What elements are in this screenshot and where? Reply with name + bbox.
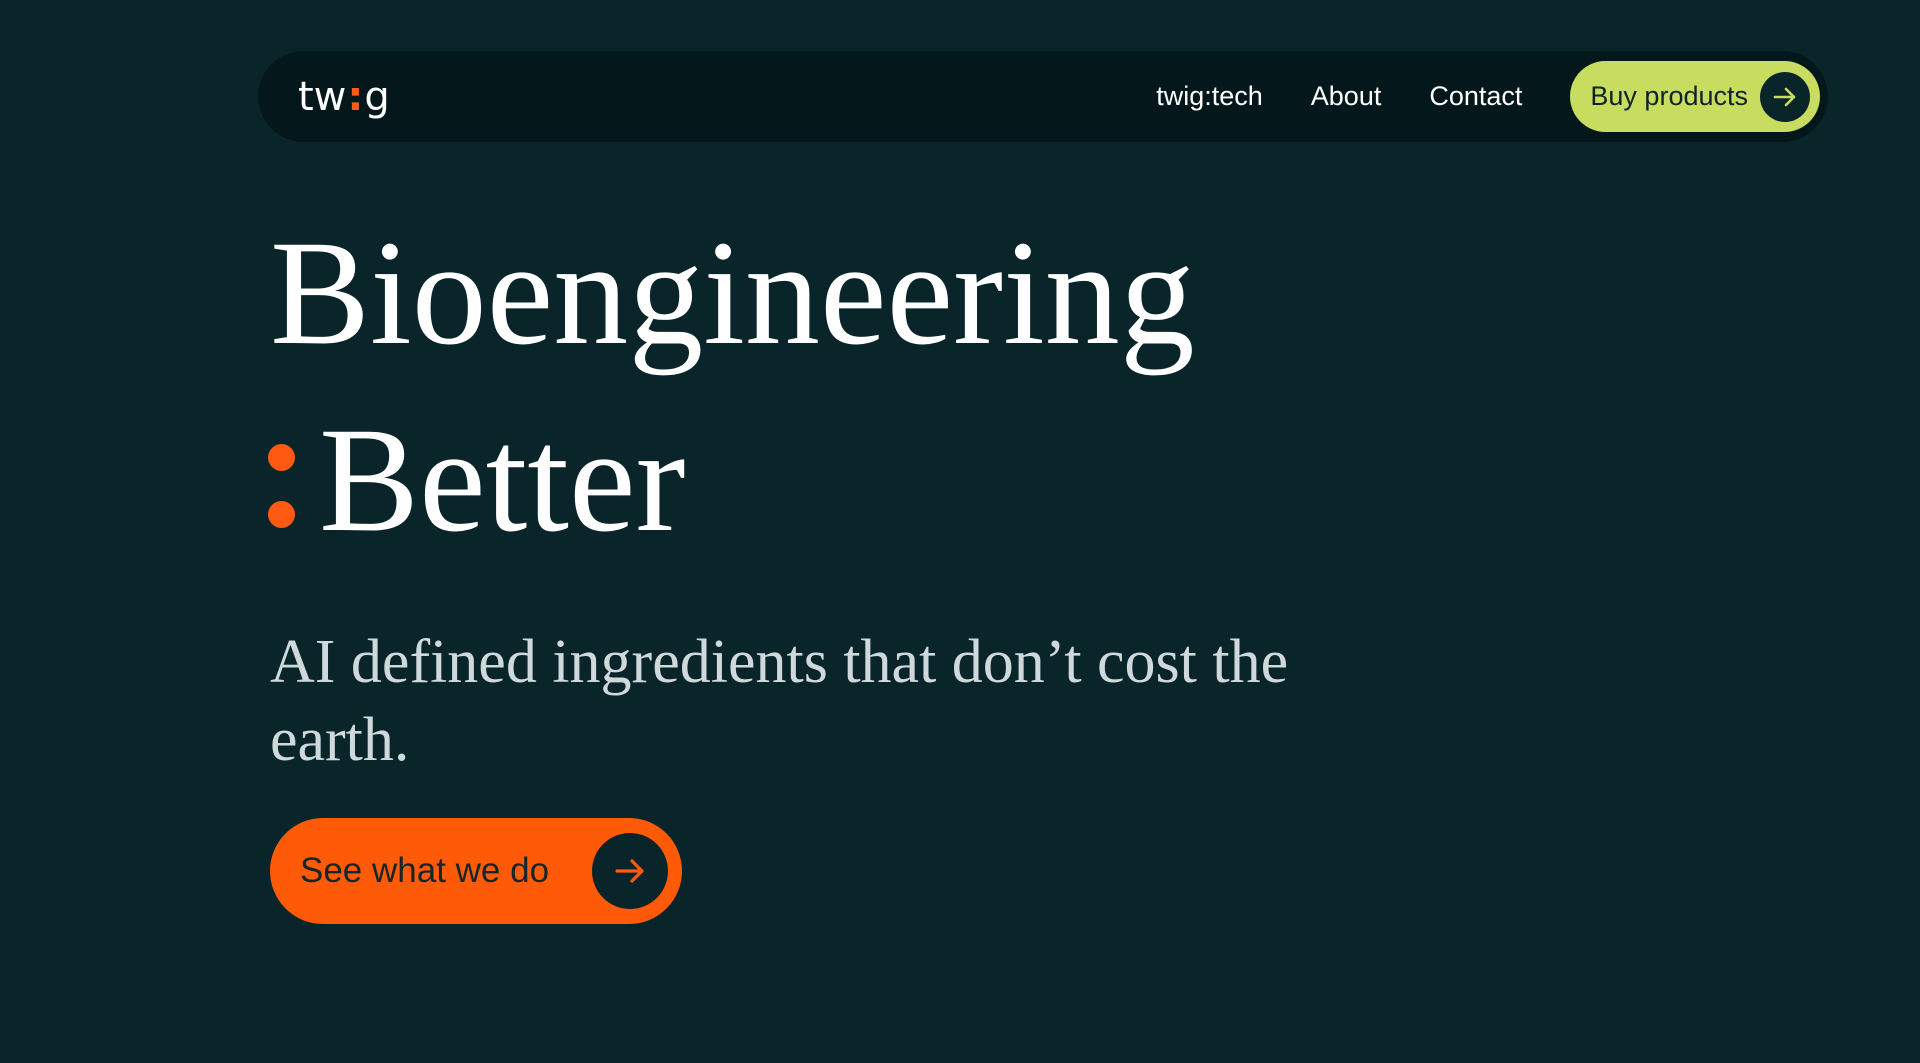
nav-link-about[interactable]: About bbox=[1311, 81, 1382, 112]
see-what-we-do-button[interactable]: See what we do bbox=[270, 818, 682, 924]
hero-title-line1: Bioengineering bbox=[270, 210, 1195, 376]
hero-title-line2: Better bbox=[268, 405, 686, 555]
hero-title-better: Better bbox=[319, 397, 686, 563]
colon-dot-bottom bbox=[268, 501, 295, 528]
arrow-right-icon-svg bbox=[615, 859, 644, 883]
landing-page: tw: g twig:tech About Contact Buy product… bbox=[0, 0, 1920, 1063]
nav-link-twig-tech[interactable]: twig:tech bbox=[1156, 81, 1263, 112]
arrow-right-icon bbox=[1760, 71, 1810, 122]
nav-link-contact[interactable]: Contact bbox=[1429, 81, 1522, 112]
hero-colon-mark bbox=[268, 444, 295, 528]
buy-products-button[interactable]: Buy products bbox=[1570, 61, 1820, 132]
twig-logo[interactable]: tw: g bbox=[298, 77, 390, 117]
see-what-we-do-label: See what we do bbox=[300, 851, 550, 890]
logo-separator: : bbox=[347, 73, 364, 120]
top-navbar: tw: g twig:tech About Contact Buy product… bbox=[258, 51, 1828, 142]
arrow-right-icon bbox=[592, 833, 668, 909]
hero-subtitle: AI defined ingredients that don’t cost t… bbox=[270, 628, 1289, 774]
arrow-right-icon-svg bbox=[1773, 87, 1796, 106]
logo-right: g bbox=[364, 73, 390, 120]
nav-links: twig:tech About Contact Buy products bbox=[1156, 61, 1820, 132]
buy-products-label: Buy products bbox=[1590, 81, 1748, 111]
logo-left: tw bbox=[298, 73, 347, 120]
colon-dot-top bbox=[268, 444, 295, 471]
